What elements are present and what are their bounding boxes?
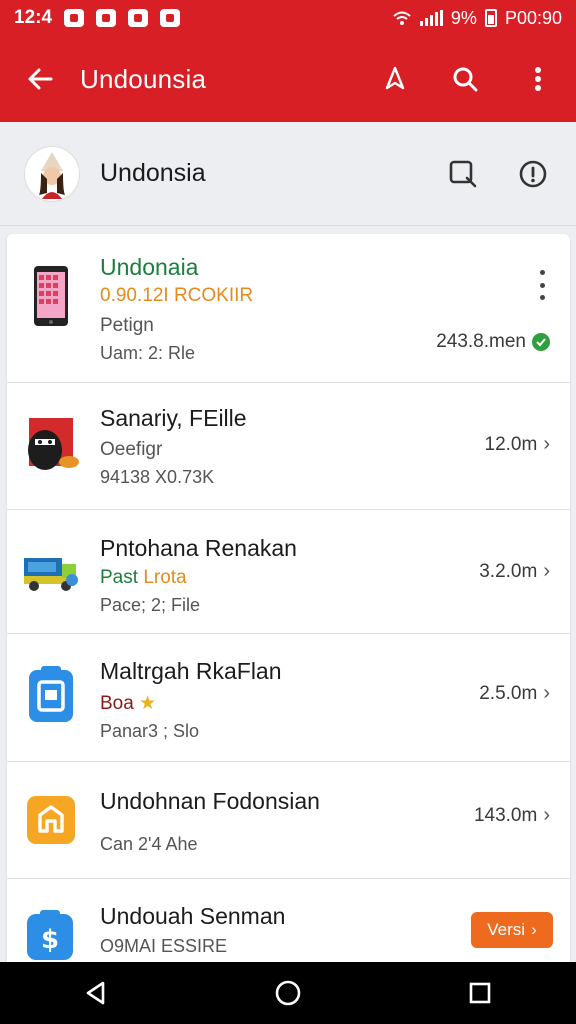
item-title: Pntohana Renakan [100,535,297,561]
item-title: Maltrgah RkaFlan [100,658,282,684]
item-title: Undohnan Fodonsian [100,788,320,814]
list-item[interactable]: Sanariy, FEille Oeefigr 94138 X0.73K 12.… [7,383,570,510]
item-more-button[interactable] [532,270,552,300]
list-item[interactable]: $ Undouah Senman O9MAI ESSIRE Versi › [7,879,570,974]
item-subtitle: Boa ★ [100,692,156,715]
home-nav-button[interactable] [258,963,318,1023]
item-size-label: 143.0m [473,804,538,826]
item-subtitle-part: Past [100,567,139,588]
more-button[interactable] [500,36,576,122]
truck-icon [21,540,83,604]
search-box-button[interactable] [428,139,498,209]
item-size: 243.8.men [436,331,550,353]
item-size: 12.0m › [485,433,550,456]
back-arrow-icon [28,68,53,90]
ninja-icon [23,411,85,475]
item-size: 143.0m › [474,804,550,827]
notification-icon [128,9,149,27]
svg-text:$: $ [41,925,59,955]
item-size: 3.2.0m › [479,560,550,583]
battery-percent: 9% [450,7,477,28]
list-item[interactable]: Undonaia 0.90.12I RCOKIIR Petign Uam: 2:… [7,234,570,383]
more-icon [535,67,541,91]
recents-nav-icon [469,982,491,1004]
notification-icon [64,9,85,27]
signal-icon [419,10,443,26]
search-button[interactable] [430,36,500,122]
profile-name: Undonsia [100,159,206,187]
app-orange-icon [25,788,77,852]
version-button-label: Versi [487,920,526,939]
app-list: Undonaia 0.90.12I RCOKIIR Petign Uam: 2:… [7,234,570,974]
list-item[interactable]: Undohnan Fodonsian Can 2'4 Ahe 143.0m › [7,762,570,879]
app-title: Undounsia [80,63,207,94]
list-item[interactable]: Maltrgah RkaFlan Boa ★ Panar3 ; Slo 2.5.… [7,634,570,762]
app-bar: Undounsia [0,36,576,122]
item-subtitle: 0.90.12I RCOKIIR [100,285,254,306]
chevron-right-icon: › [531,920,537,939]
item-meta: Pace; 2; File [100,595,201,615]
item-subtitle: Past Lrota [100,567,187,589]
star-icon: ★ [139,693,157,714]
item-size: 2.5.0m › [479,682,550,705]
chevron-right-icon: › [543,804,550,826]
status-clock: P00:90 [504,7,562,28]
pin-icon [385,66,405,90]
item-title: Undonaia [100,254,199,280]
phone-icon [23,264,79,328]
avatar-image [39,151,65,199]
avatar[interactable] [24,145,80,202]
app-blue-icon [27,662,75,726]
notification-icon [160,9,181,27]
back-nav-button[interactable] [66,963,126,1023]
chevron-right-icon: › [543,682,550,704]
item-size-label: 243.8.men [436,331,526,352]
item-title: Undouah Senman [100,903,286,929]
battery-icon [484,9,497,27]
profile-header: Undonsia [0,122,576,226]
back-button[interactable] [0,36,80,122]
back-nav-icon [86,981,105,1005]
item-meta: Can 2'4 Ahe [100,834,198,854]
item-size-label: 12.0m [484,433,538,455]
square-search-icon [449,160,477,187]
list-item[interactable]: Pntohana Renakan Past Lrota Pace; 2; Fil… [7,510,570,634]
item-size-label: 3.2.0m [479,560,538,582]
recents-nav-button[interactable] [450,963,510,1023]
item-subtitle: Oeefigr [100,439,163,460]
dollar-icon: $ [25,903,75,967]
verified-icon [532,333,550,351]
item-meta: O9MAI ESSIRE [100,936,228,956]
item-size-label: 2.5.0m [479,682,538,704]
status-time: 12:4 [14,7,53,28]
home-nav-icon [275,980,301,1006]
item-title: Sanariy, FEille [100,405,247,431]
info-button[interactable] [498,139,568,209]
search-icon [453,67,478,92]
info-icon [519,160,547,187]
wifi-icon [393,11,411,25]
item-meta: Uam: 2: Rle [100,343,196,363]
item-subtitle-part: Lrota [143,567,187,588]
version-button[interactable]: Versi › [471,912,553,948]
chevron-right-icon: › [543,433,550,455]
pin-button[interactable] [360,36,430,122]
status-right: 9% P00:90 [392,8,562,29]
item-meta: Petign [100,315,154,336]
item-subtitle-label: Boa [100,693,134,714]
item-meta: 94138 X0.73K [100,467,215,487]
status-bar: 12:4 9% P00:90 [0,0,576,36]
notification-icon [96,9,117,27]
item-meta: Panar3 ; Slo [100,721,200,741]
chevron-right-icon: › [543,560,550,582]
system-nav-bar [0,962,576,1024]
